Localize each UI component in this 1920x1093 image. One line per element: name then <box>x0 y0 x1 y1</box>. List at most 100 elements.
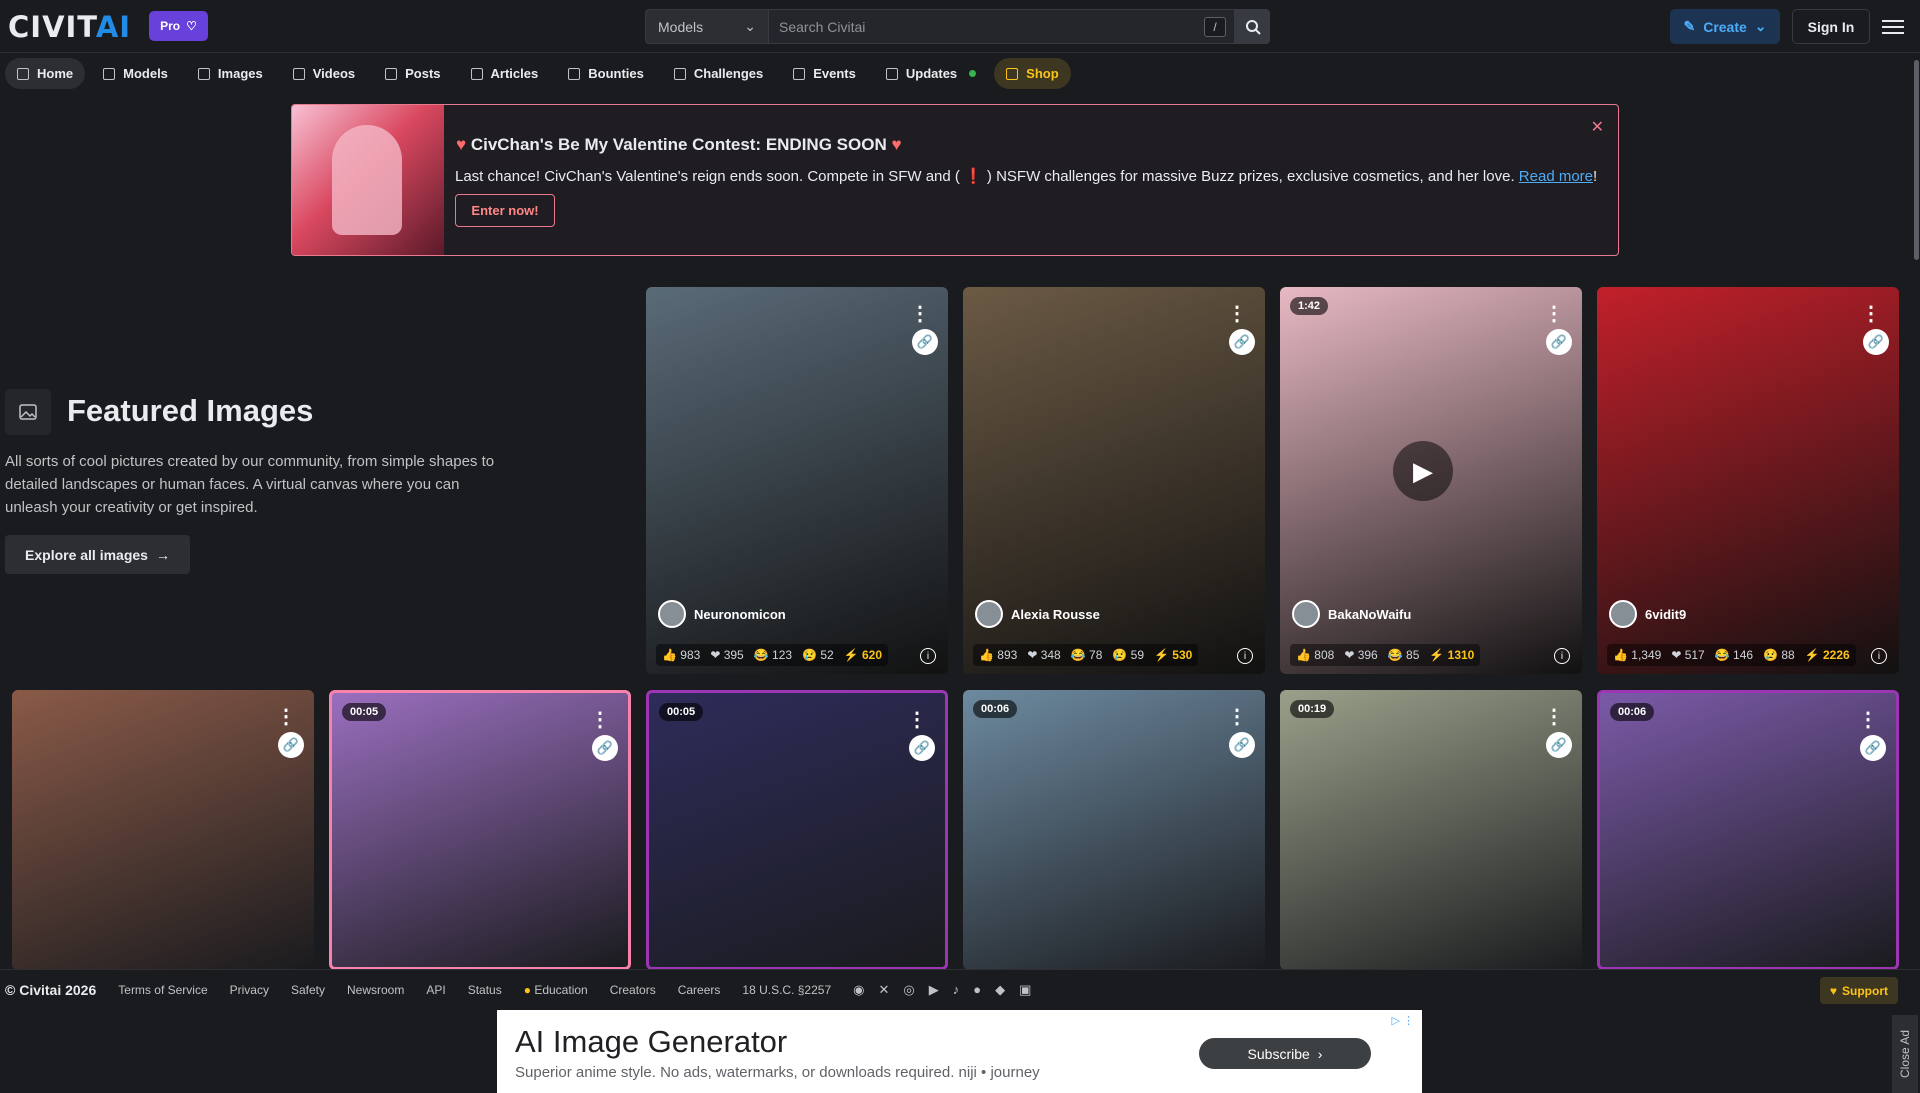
remix-link-icon[interactable]: 🔗 <box>1229 732 1255 758</box>
nav-item-events[interactable]: Events <box>781 58 868 89</box>
more-options-icon[interactable]: ⋮ <box>1227 301 1247 326</box>
footer-link-education[interactable]: ● Education <box>524 983 588 997</box>
nav-item-updates[interactable]: Updates <box>874 58 988 89</box>
image-card[interactable]: ⋮ 🔗 Alexia Rousse 👍 893 ❤ 348 😂 78 😢 59 ⚡ 530 i <box>963 287 1265 674</box>
nav-item-bounties[interactable]: Bounties <box>556 58 656 89</box>
image-card[interactable]: 00:19 ⋮ 🔗 <box>1280 690 1582 970</box>
explore-all-images-button[interactable]: Explore all images → <box>5 535 190 574</box>
laugh-count[interactable]: 😂 146 <box>1715 648 1753 662</box>
close-icon[interactable]: ✕ <box>1591 117 1604 137</box>
footer-link-creators[interactable]: Creators <box>610 983 656 997</box>
footer-link-safety[interactable]: Safety <box>291 983 325 997</box>
cry-count[interactable]: 😢 52 <box>802 648 834 662</box>
like-count[interactable]: 👍 893 <box>979 648 1017 662</box>
youtube-icon[interactable]: ▶ <box>929 982 939 998</box>
tiktok-icon[interactable]: ♪ <box>953 982 960 998</box>
image-card[interactable]: 00:06 ⋮ 🔗 <box>963 690 1265 970</box>
more-options-icon[interactable]: ⋮ <box>910 301 930 326</box>
laugh-count[interactable]: 😂 78 <box>1071 648 1103 662</box>
more-options-icon[interactable]: ⋮ <box>1544 301 1564 326</box>
nav-item-home[interactable]: Home <box>5 58 86 89</box>
image-card[interactable]: 00:05 ⋮ 🔗 <box>646 690 948 970</box>
remix-link-icon[interactable]: 🔗 <box>1229 329 1255 355</box>
support-button[interactable]: ♥ Support <box>1819 977 1898 1004</box>
enter-now-button[interactable]: Enter now! <box>455 194 555 227</box>
remix-link-icon[interactable]: 🔗 <box>1546 329 1572 355</box>
info-icon[interactable]: i <box>920 648 936 664</box>
sign-in-button[interactable]: Sign In <box>1792 9 1870 44</box>
heart-count[interactable]: ❤ 396 <box>1344 648 1377 662</box>
play-icon[interactable]: ▶ <box>1393 441 1453 501</box>
remix-link-icon[interactable]: 🔗 <box>1860 735 1886 761</box>
nav-item-videos[interactable]: Videos <box>281 58 367 89</box>
ad-banner[interactable]: AI Image Generator Superior anime style.… <box>497 1010 1422 1093</box>
search-button[interactable] <box>1235 9 1270 44</box>
footer-link-privacy[interactable]: Privacy <box>230 983 269 997</box>
cry-count[interactable]: 😢 59 <box>1112 648 1144 662</box>
pro-button[interactable]: Pro ♡ <box>149 11 208 41</box>
heart-count[interactable]: ❤ 348 <box>1027 648 1060 662</box>
ad-choices-icon[interactable]: ▷ ⋮ <box>1391 1014 1414 1027</box>
footer-link-newsroom[interactable]: Newsroom <box>347 983 404 997</box>
nav-item-models[interactable]: Models <box>91 58 180 89</box>
reddit-icon[interactable]: ● <box>973 982 981 998</box>
laugh-count[interactable]: 😂 123 <box>754 648 792 662</box>
buzz-count[interactable]: ⚡ 620 <box>844 648 882 662</box>
image-card[interactable]: ⋮ 🔗 Neuronomicon 👍 983 ❤ 395 😂 123 😢 52 ⚡ 620 i <box>646 287 948 674</box>
info-icon[interactable]: i <box>1237 648 1253 664</box>
like-count[interactable]: 👍 983 <box>662 648 700 662</box>
nav-item-images[interactable]: Images <box>186 58 275 89</box>
remix-link-icon[interactable]: 🔗 <box>592 735 618 761</box>
like-count[interactable]: 👍 1,349 <box>1613 648 1661 662</box>
image-card[interactable]: 00:06 ⋮ 🔗 <box>1597 690 1899 970</box>
more-options-icon[interactable]: ⋮ <box>590 707 610 732</box>
instagram-icon[interactable]: ◎ <box>903 982 914 998</box>
more-options-icon[interactable]: ⋮ <box>1227 704 1247 729</box>
footer-link-status[interactable]: Status <box>468 983 502 997</box>
footer-link-2257[interactable]: 18 U.S.C. §2257 <box>742 983 831 997</box>
more-options-icon[interactable]: ⋮ <box>1858 707 1878 732</box>
more-options-icon[interactable]: ⋮ <box>907 707 927 732</box>
read-more-link[interactable]: Read more <box>1519 168 1593 185</box>
search-type-select[interactable]: Models ⌄ <box>645 9 769 44</box>
buzz-count[interactable]: ⚡ 2226 <box>1805 648 1850 662</box>
more-options-icon[interactable]: ⋮ <box>1544 704 1564 729</box>
image-card[interactable]: 00:05 ⋮ 🔗 <box>329 690 631 970</box>
info-icon[interactable]: i <box>1871 648 1887 664</box>
card-user[interactable]: Neuronomicon <box>658 600 786 628</box>
hamburger-menu-icon[interactable] <box>1880 14 1906 40</box>
info-icon[interactable]: i <box>1554 648 1570 664</box>
more-options-icon[interactable]: ⋮ <box>1861 301 1881 326</box>
laugh-count[interactable]: 😂 85 <box>1388 648 1420 662</box>
buzz-count[interactable]: ⚡ 530 <box>1154 648 1192 662</box>
image-card[interactable]: ⋮ 🔗 <box>12 690 314 970</box>
x-icon[interactable]: ✕ <box>878 982 889 998</box>
nav-item-shop[interactable]: Shop <box>994 58 1071 89</box>
close-ad-button[interactable]: Close Ad <box>1892 1015 1918 1093</box>
remix-link-icon[interactable]: 🔗 <box>278 732 304 758</box>
twitch-icon[interactable]: ▣ <box>1019 982 1031 998</box>
nav-item-posts[interactable]: Posts <box>373 58 452 89</box>
card-user[interactable]: 6vidit9 <box>1609 600 1686 628</box>
card-user[interactable]: Alexia Rousse <box>975 600 1100 628</box>
remix-link-icon[interactable]: 🔗 <box>1863 329 1889 355</box>
remix-link-icon[interactable]: 🔗 <box>909 735 935 761</box>
footer-link-terms[interactable]: Terms of Service <box>118 983 207 997</box>
heart-count[interactable]: ❤ 395 <box>710 648 743 662</box>
footer-link-careers[interactable]: Careers <box>678 983 721 997</box>
discord-icon[interactable]: ◉ <box>853 982 864 998</box>
remix-link-icon[interactable]: 🔗 <box>1546 732 1572 758</box>
civitai-logo[interactable]: CIVITAI <box>8 10 131 44</box>
cry-count[interactable]: 😢 88 <box>1763 648 1795 662</box>
more-options-icon[interactable]: ⋮ <box>276 704 296 729</box>
footer-link-api[interactable]: API <box>426 983 445 997</box>
heart-count[interactable]: ❤ 517 <box>1671 648 1704 662</box>
scrollbar-thumb[interactable] <box>1914 60 1919 260</box>
github-icon[interactable]: ◆ <box>995 982 1005 998</box>
like-count[interactable]: 👍 808 <box>1296 648 1334 662</box>
search-input[interactable]: Search Civitai / <box>769 9 1235 44</box>
image-card[interactable]: ⋮ 🔗 6vidit9 👍 1,349 ❤ 517 😂 146 😢 88 ⚡ 2226 i <box>1597 287 1899 674</box>
buzz-count[interactable]: ⚡ 1310 <box>1429 648 1474 662</box>
nav-item-challenges[interactable]: Challenges <box>662 58 775 89</box>
nav-item-articles[interactable]: Articles <box>459 58 551 89</box>
